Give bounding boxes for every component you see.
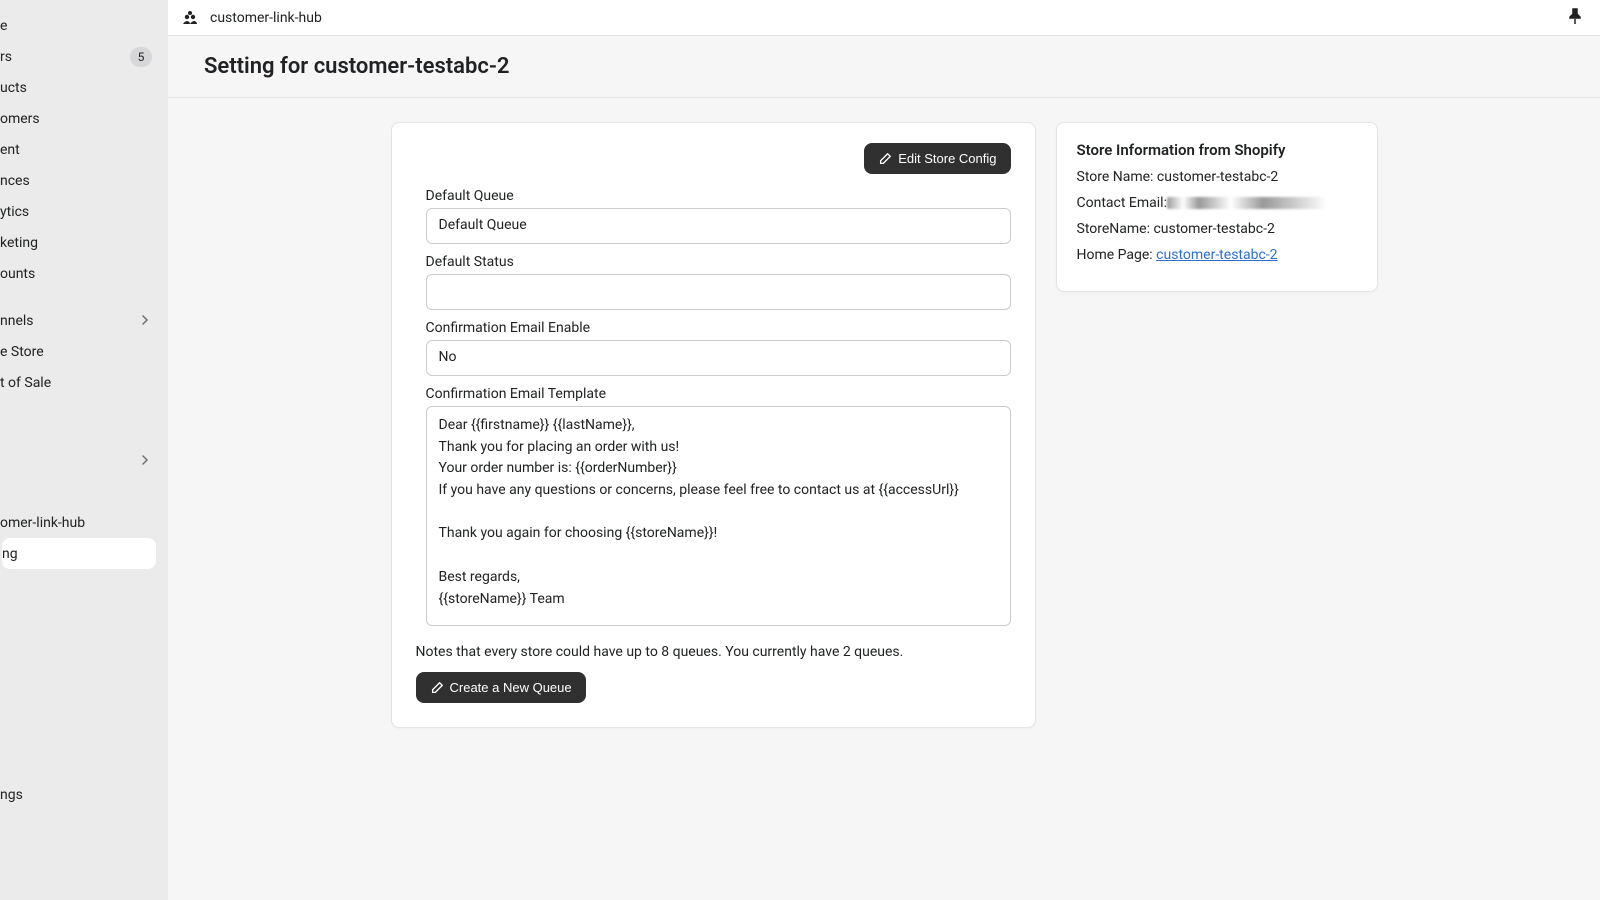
- sidebar-nav-item[interactable]: ucts: [0, 72, 168, 103]
- sidebar-item-label: keting: [0, 235, 156, 251]
- app-icon: [180, 8, 200, 28]
- sidebar-item-label: ucts: [0, 80, 156, 96]
- sidebar-sub-item[interactable]: t of Sale: [0, 367, 168, 398]
- conf-email-enable-value: No: [426, 340, 1011, 376]
- sidebar-item-label: omer-link-hub: [0, 515, 156, 531]
- sidebar-section-header[interactable]: [0, 445, 168, 476]
- sidebar-item-label: ent: [0, 142, 156, 158]
- sidebar-item-label: ngs: [0, 787, 156, 803]
- sidebar-item-label: nces: [0, 173, 156, 189]
- queue-note: Notes that every store could have up to …: [416, 644, 1011, 660]
- sidebar-item-label: e Store: [0, 344, 156, 360]
- kv-label: Home Page:: [1077, 247, 1157, 263]
- sidebar-item-label: ounts: [0, 266, 156, 282]
- sidebar-item-label: rs: [0, 49, 130, 65]
- conf-email-template-label: Confirmation Email Template: [426, 386, 1011, 402]
- sidebar-nav-item[interactable]: ytics: [0, 196, 168, 227]
- sidebar-item-label: ng: [2, 546, 144, 562]
- content-area: Edit Store Config Default Queue Default …: [168, 98, 1600, 900]
- store-info-card: Store Information from Shopify Store Nam…: [1056, 122, 1378, 292]
- conf-email-enable-label: Confirmation Email Enable: [426, 320, 1011, 336]
- pin-icon[interactable]: [1568, 8, 1582, 28]
- homepage-link[interactable]: customer-testabc-2: [1156, 247, 1277, 263]
- default-queue-label: Default Queue: [426, 188, 1011, 204]
- conf-email-template-value: Dear {{firstname}} {{lastName}}, Thank y…: [426, 406, 1011, 626]
- sidebar-item-label: nnels: [0, 313, 140, 329]
- sidebar-item-label: e: [0, 18, 156, 34]
- sidebar-sub-item[interactable]: omer-link-hub: [0, 507, 168, 538]
- topbar: customer-link-hub: [168, 0, 1600, 36]
- sidebar-nav-item[interactable]: ent: [0, 134, 168, 165]
- storename-row: StoreName: customer-testabc-2: [1077, 221, 1357, 237]
- page-title: Setting for customer-testabc-2: [204, 54, 1564, 79]
- kv-value: customer-testabc-2: [1153, 221, 1274, 237]
- sidebar: e rs 5 ucts omers ent nces ytics keting …: [0, 0, 168, 900]
- sidebar-nav-item[interactable]: omers: [0, 103, 168, 134]
- app-name: customer-link-hub: [210, 10, 322, 26]
- sidebar-nav-item[interactable]: ounts: [0, 258, 168, 289]
- page-title-bar: Setting for customer-testabc-2: [168, 36, 1600, 98]
- settings-card: Edit Store Config Default Queue Default …: [391, 122, 1036, 728]
- create-new-queue-button[interactable]: Create a New Queue: [416, 672, 586, 703]
- sidebar-item-label: t of Sale: [0, 375, 156, 391]
- button-label: Create a New Queue: [450, 680, 572, 695]
- kv-label: Store Name:: [1077, 169, 1157, 185]
- sidebar-nav-item[interactable]: rs 5: [0, 41, 168, 72]
- sidebar-nav-item[interactable]: nces: [0, 165, 168, 196]
- chevron-right-icon: [140, 313, 150, 329]
- edit-store-config-button[interactable]: Edit Store Config: [864, 143, 1010, 174]
- button-label: Edit Store Config: [898, 151, 996, 166]
- sidebar-item-label: ytics: [0, 204, 156, 220]
- store-info-title: Store Information from Shopify: [1077, 141, 1357, 159]
- sidebar-nav-item[interactable]: keting: [0, 227, 168, 258]
- default-status-label: Default Status: [426, 254, 1011, 270]
- kv-label: StoreName:: [1077, 221, 1154, 237]
- contact-email-row: Contact Email:: [1077, 195, 1357, 211]
- count-badge: 5: [130, 47, 152, 67]
- chevron-right-icon: [140, 453, 150, 469]
- edit-icon: [430, 681, 444, 695]
- edit-icon: [878, 152, 892, 166]
- kv-label: Contact Email:: [1077, 195, 1167, 211]
- default-queue-value: Default Queue: [426, 208, 1011, 244]
- sidebar-nav-item[interactable]: e: [0, 10, 168, 41]
- default-status-value: [426, 274, 1011, 310]
- sidebar-sub-item[interactable]: [0, 398, 168, 429]
- store-name-row: Store Name: customer-testabc-2: [1077, 169, 1357, 185]
- sidebar-sub-item[interactable]: [0, 476, 168, 507]
- sidebar-sub-item[interactable]: e Store: [0, 336, 168, 367]
- kv-value: customer-testabc-2: [1157, 169, 1278, 185]
- sidebar-settings[interactable]: ngs: [0, 779, 168, 810]
- sidebar-section-header[interactable]: nnels: [0, 305, 168, 336]
- redacted-email: [1167, 197, 1327, 209]
- sidebar-sub-item-active[interactable]: ng: [2, 538, 156, 569]
- main-area: customer-link-hub Setting for customer-t…: [168, 0, 1600, 900]
- sidebar-item-label: omers: [0, 111, 156, 127]
- homepage-row: Home Page: customer-testabc-2: [1077, 247, 1357, 263]
